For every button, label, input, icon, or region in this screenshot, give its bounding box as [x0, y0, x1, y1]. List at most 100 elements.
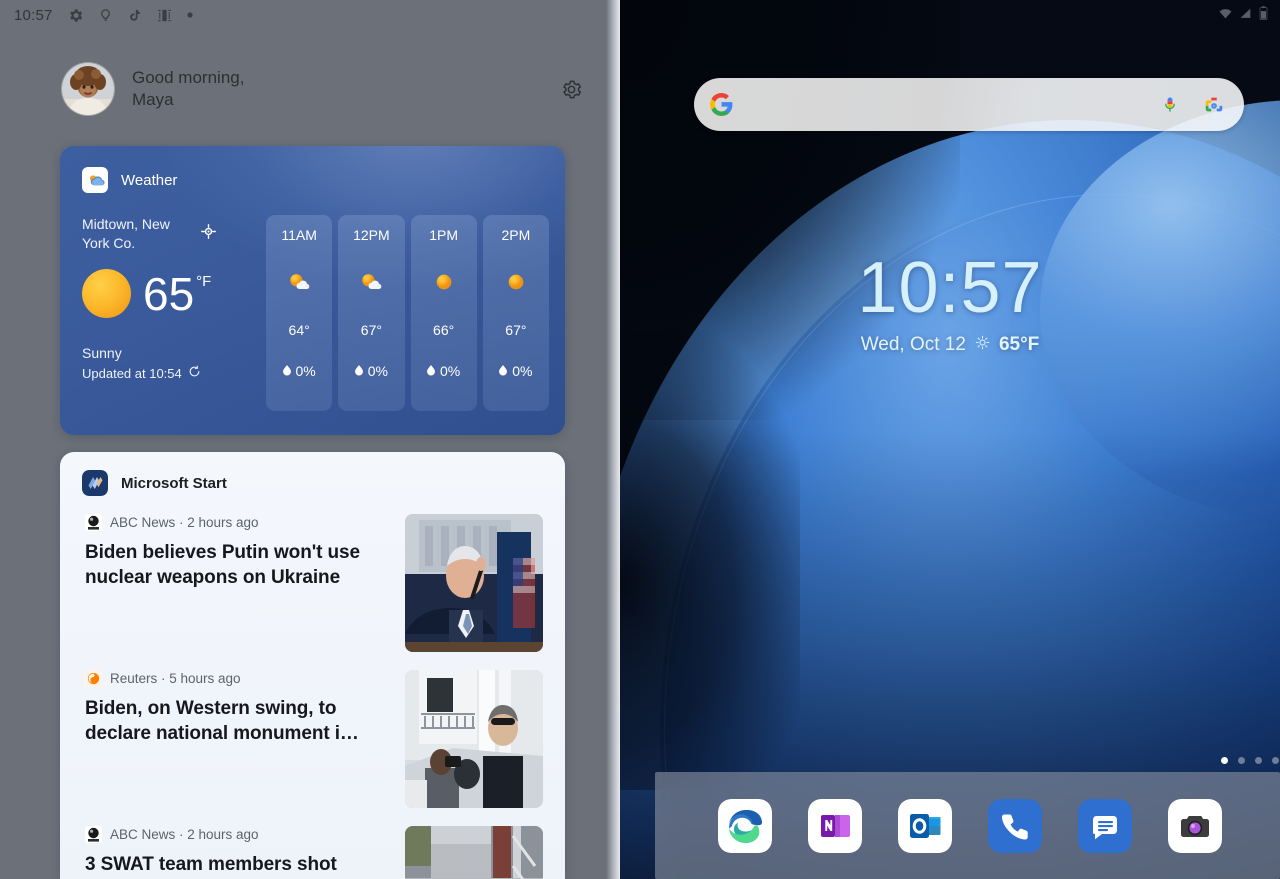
sun-icon: [431, 268, 457, 296]
forecast-column[interactable]: 1PM 66° 0%: [411, 215, 477, 411]
weather-location-row: Midtown, New York Co.: [82, 215, 252, 253]
tiktok-icon: [127, 7, 142, 24]
weather-temperature: 65: [143, 271, 194, 317]
gps-crosshair-icon[interactable]: [200, 223, 217, 245]
wallpaper-vignette-topleft: [620, 0, 960, 420]
article-title: Biden believes Putin won't use nuclear w…: [85, 540, 389, 590]
article-thumbnail[interactable]: [405, 514, 543, 652]
greeting-line-2: Maya: [132, 89, 556, 111]
microsoft-start-icon: [82, 470, 108, 496]
forecast-column[interactable]: 12PM 67° 0%: [338, 215, 404, 411]
clock-date: Wed, Oct 12: [861, 334, 966, 356]
forecast-precip-row: 0%: [499, 363, 532, 379]
article-text: ABC News · 2 hours ago 3 SWAT team membe…: [85, 826, 389, 879]
forecast-precip: 0%: [512, 363, 532, 379]
google-lens-icon[interactable]: [1192, 94, 1236, 116]
clock-subtitle: Wed, Oct 12 65°F: [620, 334, 1280, 356]
weather-app-name: Weather: [121, 172, 177, 189]
forecast-temp: 66°: [433, 322, 454, 338]
weather-widget[interactable]: Weather Midtown, New York Co.: [60, 146, 565, 435]
dot-icon: [187, 12, 193, 18]
google-g-icon: [694, 92, 748, 117]
lightbulb-icon: [98, 7, 113, 24]
forecast-precip-row: 0%: [427, 363, 460, 379]
forecast-column[interactable]: 2PM 67° 0%: [483, 215, 549, 411]
weather-unit: °F: [196, 273, 211, 290]
page-dot-2[interactable]: [1238, 757, 1245, 764]
android-home-screen: 10:57 Wed, Oct 12 65°F: [0, 0, 1280, 879]
sun-icon: [975, 334, 990, 356]
page-indicator[interactable]: [620, 757, 1280, 764]
sun-cloud-icon: [285, 268, 313, 296]
article-source-row: Reuters · 5 hours ago: [85, 670, 389, 687]
avatar[interactable]: [62, 63, 114, 115]
article-source-row: ABC News · 2 hours ago: [85, 826, 389, 843]
news-header: Microsoft Start: [60, 452, 565, 496]
forecast-time: 11AM: [281, 227, 317, 243]
water-drop-icon: [499, 363, 507, 379]
article-thumbnail[interactable]: [405, 670, 543, 808]
wallpaper-shape-outer: [620, 120, 1280, 879]
forecast-temp: 67°: [361, 322, 382, 338]
forecast-precip: 0%: [440, 363, 460, 379]
news-article[interactable]: ABC News · 2 hours ago Biden believes Pu…: [60, 496, 565, 652]
article-source: ABC News · 2 hours ago: [110, 827, 259, 842]
forecast-time: 12PM: [353, 227, 390, 243]
forecast-column[interactable]: 11AM 64° 0%: [266, 215, 332, 411]
greeting-row: Good morning, Maya: [0, 55, 620, 123]
page-dot-3[interactable]: [1255, 757, 1262, 764]
weather-app-icon: [82, 167, 108, 193]
sun-cloud-icon: [357, 268, 385, 296]
forecast-time: 1PM: [429, 227, 458, 243]
settings-gear-icon[interactable]: [556, 74, 586, 104]
reuters-icon: [85, 670, 102, 687]
article-title: 3 SWAT team members shot: [85, 852, 389, 877]
clock-widget[interactable]: 10:57 Wed, Oct 12 65°F: [620, 248, 1280, 356]
signal-icon: [1239, 7, 1253, 20]
news-feed-widget[interactable]: Microsoft Start ABC News · 2 hours ago B…: [60, 452, 565, 879]
outlook-icon[interactable]: [898, 799, 952, 853]
microsoft-launcher-feed-panel[interactable]: 10:57: [0, 0, 620, 879]
onenote-icon[interactable]: [808, 799, 862, 853]
article-source: ABC News · 2 hours ago: [110, 515, 259, 530]
article-title: Biden, on Western swing, to declare nati…: [85, 696, 389, 746]
forecast-precip: 0%: [296, 363, 316, 379]
phone-icon[interactable]: [988, 799, 1042, 853]
search-input[interactable]: [748, 78, 1148, 131]
water-drop-icon: [355, 363, 363, 379]
microphone-icon[interactable]: [1148, 95, 1192, 115]
weather-temperature-row: 65 °F: [82, 269, 252, 318]
abc-news-icon: [85, 514, 102, 531]
wifi-icon: [1218, 7, 1233, 20]
feed-status-bar: 10:57: [0, 0, 620, 30]
article-source: Reuters · 5 hours ago: [110, 671, 241, 686]
article-thumbnail[interactable]: [405, 826, 543, 879]
forecast-time: 2PM: [501, 227, 530, 243]
camera-icon[interactable]: [1168, 799, 1222, 853]
news-article[interactable]: Reuters · 5 hours ago Biden, on Western …: [60, 652, 565, 808]
clock-temperature: 65°F: [999, 334, 1039, 356]
refresh-icon[interactable]: [188, 365, 201, 381]
article-text: Reuters · 5 hours ago Biden, on Western …: [85, 670, 389, 808]
messages-icon[interactable]: [1078, 799, 1132, 853]
weather-updated-row: Updated at 10:54: [82, 365, 252, 381]
gear-icon: [67, 7, 84, 24]
forecast-precip-row: 0%: [283, 363, 316, 379]
news-app-name: Microsoft Start: [121, 475, 227, 492]
water-drop-icon: [283, 363, 291, 379]
page-dot-1[interactable]: [1221, 757, 1228, 764]
sun-icon: [82, 269, 131, 318]
page-dot-4[interactable]: [1272, 757, 1279, 764]
article-text: ABC News · 2 hours ago Biden believes Pu…: [85, 514, 389, 652]
forecast-temp: 67°: [505, 322, 526, 338]
forecast-temp: 64°: [289, 322, 310, 338]
clock-time: 10:57: [620, 248, 1280, 328]
greeting-text: Good morning, Maya: [132, 67, 556, 111]
edge-icon[interactable]: [718, 799, 772, 853]
google-search-bar[interactable]: [694, 78, 1244, 131]
news-article[interactable]: ABC News · 2 hours ago 3 SWAT team membe…: [60, 808, 565, 879]
home-screen-wallpaper-panel[interactable]: 10:57 Wed, Oct 12 65°F: [620, 0, 1280, 879]
weather-body: Midtown, New York Co. 65 °F: [60, 193, 565, 411]
greeting-line-1: Good morning,: [132, 67, 556, 89]
wallpaper-vignette-left: [620, 330, 800, 790]
